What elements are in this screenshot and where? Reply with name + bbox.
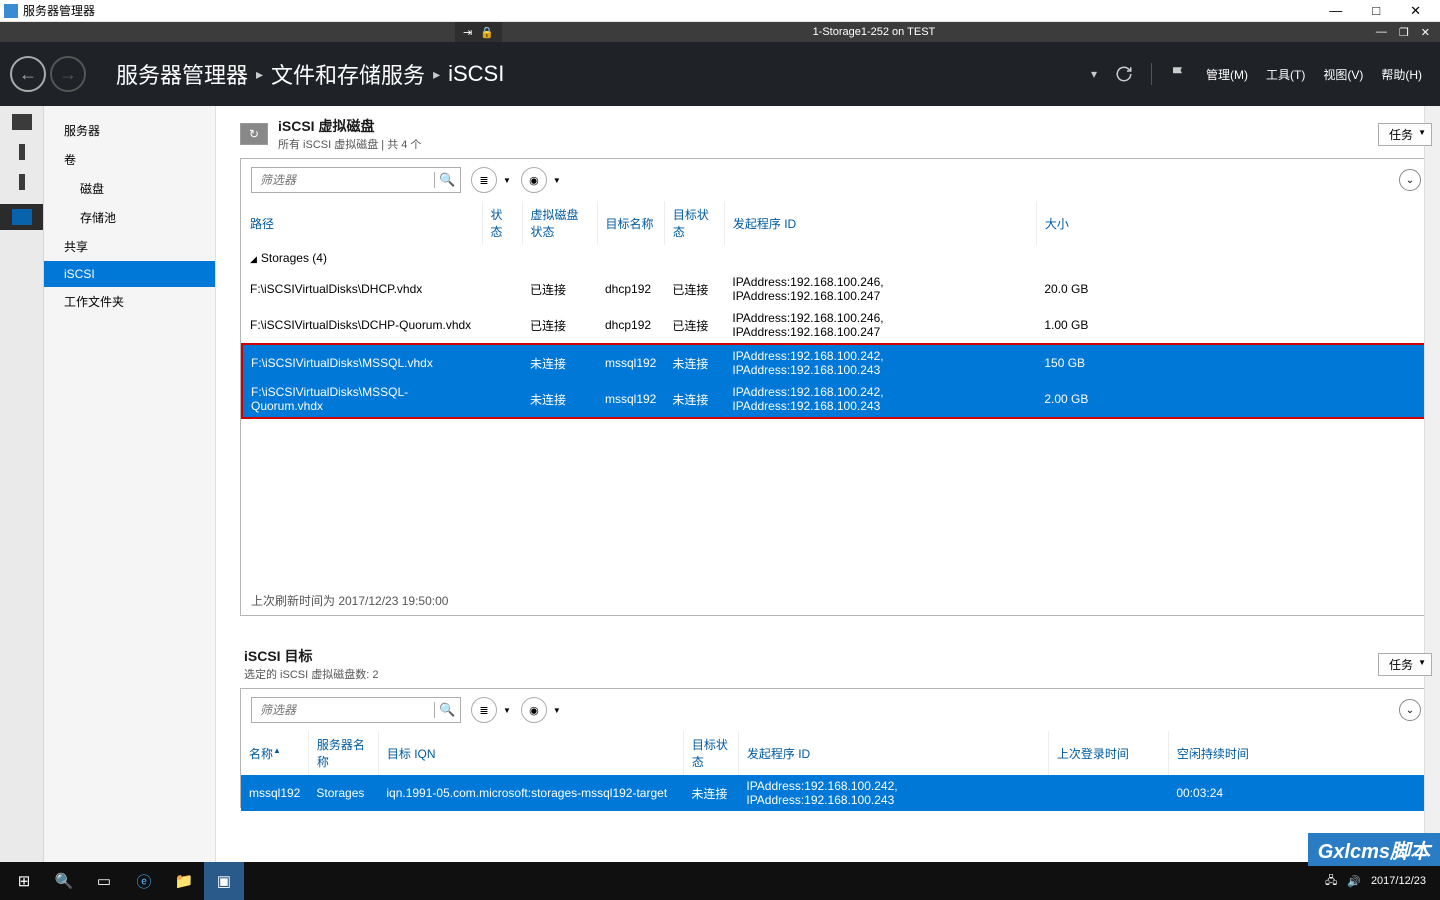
vertical-scrollbar[interactable]: [1424, 106, 1440, 862]
section-targets-title: iSCSI 目标: [244, 646, 1378, 666]
expand-section-icon[interactable]: ⌄: [1399, 169, 1421, 191]
explorer-icon[interactable]: 📁: [164, 862, 204, 900]
breadcrumb-mid[interactable]: 文件和存储服务: [271, 58, 425, 90]
taskbar: ⊞ 🔍 ▭ ⓔ 📁 ▣ 🖧 🔊 2017/12/23: [0, 862, 1440, 900]
outer-close-button[interactable]: ✕: [1410, 3, 1421, 19]
chevron-right-icon: ▸: [433, 66, 440, 83]
col-tstatus[interactable]: 目标状态: [683, 731, 738, 775]
content-area: ↻ iSCSI 虚拟磁盘 所有 iSCSI 虚拟磁盘 | 共 4 个 任务 🔍 …: [216, 106, 1440, 862]
tasks-dropdown-targets[interactable]: 任务: [1378, 653, 1432, 676]
tray-network-icon[interactable]: 🖧: [1325, 872, 1337, 891]
col-initiator[interactable]: 发起程序 ID: [738, 731, 1048, 775]
filter-targets[interactable]: 🔍: [251, 697, 461, 723]
ie-icon[interactable]: ⓔ: [124, 862, 164, 900]
tray-date[interactable]: 2017/12/23: [1371, 875, 1426, 887]
menu-help[interactable]: 帮助(H): [1381, 66, 1422, 83]
outer-minimize-button[interactable]: —: [1329, 3, 1342, 19]
app-icon: [4, 4, 18, 18]
rail-local-icon[interactable]: [19, 144, 25, 160]
col-server[interactable]: 服务器名称: [308, 731, 378, 775]
disks-status-line: 上次刷新时间为 2017/12/23 19:50:00: [241, 586, 1431, 615]
section-refresh-icon[interactable]: ↻: [240, 123, 268, 145]
table-row[interactable]: F:\iSCSIVirtualDisks\DCHP-Quorum.vhdx已连接…: [242, 307, 1430, 344]
watermark: Gxlcms脚本: [1308, 833, 1440, 866]
rail-storage-icon[interactable]: [12, 209, 32, 225]
table-row[interactable]: F:\iSCSIVirtualDisks\MSSQL-Quorum.vhdx未连…: [242, 381, 1430, 418]
col-path[interactable]: 路径: [242, 201, 482, 245]
disks-table: 路径 状态 虚拟磁盘状态 目标名称 目标状态 发起程序 ID 大小 ◢Stora…: [241, 201, 1431, 419]
table-row[interactable]: mssql192Storagesiqn.1991-05.com.microsof…: [241, 775, 1431, 811]
chevron-right-icon: ▸: [256, 66, 263, 83]
col-size[interactable]: 大小: [1036, 201, 1430, 245]
col-target-status[interactable]: 目标状态: [664, 201, 724, 245]
sidebar-item-workfolders[interactable]: 工作文件夹: [44, 287, 215, 316]
col-target-name[interactable]: 目标名称: [597, 201, 664, 245]
sidebar-item-shares[interactable]: 共享: [44, 232, 215, 261]
outer-titlebar: 服务器管理器 — □ ✕: [0, 0, 1440, 22]
start-button[interactable]: ⊞: [4, 862, 44, 900]
col-status[interactable]: 状态: [482, 201, 522, 245]
filter-input-targets[interactable]: [252, 703, 434, 717]
server-manager-taskbar-icon[interactable]: ▣: [204, 862, 244, 900]
search-icon[interactable]: 🔍: [434, 172, 460, 188]
targets-table: 名称▲ 服务器名称 目标 IQN 目标状态 发起程序 ID 上次登录时间 空闲持…: [241, 731, 1431, 811]
breadcrumb-leaf[interactable]: iSCSI: [448, 61, 504, 87]
search-icon[interactable]: 🔍: [434, 702, 460, 718]
inner-window-title: 1-Storage1-252 on TEST: [502, 26, 1366, 38]
expand-section-icon[interactable]: ⌄: [1399, 699, 1421, 721]
flag-icon[interactable]: [1170, 65, 1188, 83]
col-name[interactable]: 名称▲: [241, 731, 308, 775]
breadcrumb: 服务器管理器 ▸ 文件和存储服务 ▸ iSCSI: [96, 58, 504, 90]
sidebar-item-servers[interactable]: 服务器: [44, 116, 215, 145]
task-view-button[interactable]: ▭: [84, 862, 124, 900]
connection-bar[interactable]: ⇥ 🔒: [455, 22, 502, 42]
section-targets-subtitle: 选定的 iSCSI 虚拟磁盘数: 2: [244, 666, 1378, 682]
inner-minimize-button[interactable]: —: [1376, 26, 1387, 39]
sidebar-item-disks[interactable]: 磁盘: [44, 174, 215, 203]
search-button[interactable]: 🔍: [44, 862, 84, 900]
icon-rail: [0, 106, 44, 862]
col-last-login[interactable]: 上次登录时间: [1048, 731, 1168, 775]
view-options-button[interactable]: ≣: [471, 167, 497, 193]
filter-input-disks[interactable]: [252, 173, 434, 187]
section-disks-subtitle: 所有 iSCSI 虚拟磁盘 | 共 4 个: [278, 136, 1378, 152]
col-idle[interactable]: 空闲持续时间: [1168, 731, 1430, 775]
menu-tools[interactable]: 工具(T): [1266, 66, 1305, 83]
outer-maximize-button[interactable]: □: [1372, 3, 1380, 19]
lock-icon: 🔒: [480, 26, 494, 39]
group-header[interactable]: ◢Storages (4): [242, 245, 1430, 271]
targets-panel: 🔍 ≣▼ ◉▼ ⌄ 名称▲ 服务器名称 目标 IQN 目标状态 发起程序 ID …: [240, 688, 1432, 808]
menu-view[interactable]: 视图(V): [1323, 66, 1363, 83]
sidebar-item-iscsi[interactable]: iSCSI: [44, 261, 215, 287]
tasks-dropdown-disks[interactable]: 任务: [1378, 123, 1432, 146]
view-options-button[interactable]: ≣: [471, 697, 497, 723]
sidebar-item-pools[interactable]: 存储池: [44, 203, 215, 232]
section-disks-title: iSCSI 虚拟磁盘: [278, 116, 1378, 136]
save-view-button[interactable]: ◉: [521, 697, 547, 723]
rail-dashboard-icon[interactable]: [12, 114, 32, 130]
nav-back-button[interactable]: ←: [10, 56, 46, 92]
menu-manage[interactable]: 管理(M): [1206, 66, 1248, 83]
tray-volume-icon[interactable]: 🔊: [1347, 875, 1361, 888]
ribbon: ← → 服务器管理器 ▸ 文件和存储服务 ▸ iSCSI ▾ 管理(M) 工具(…: [0, 42, 1440, 106]
nav-forward-button[interactable]: →: [50, 56, 86, 92]
table-row[interactable]: F:\iSCSIVirtualDisks\MSSQL.vhdx未连接mssql1…: [242, 344, 1430, 381]
col-initiator[interactable]: 发起程序 ID: [724, 201, 1036, 245]
side-nav: 服务器 卷 磁盘 存储池 共享 iSCSI 工作文件夹: [44, 106, 216, 862]
filter-disks[interactable]: 🔍: [251, 167, 461, 193]
inner-close-button[interactable]: ✕: [1421, 26, 1430, 39]
sidebar-item-volumes[interactable]: 卷: [44, 145, 215, 174]
refresh-icon[interactable]: [1115, 65, 1133, 83]
breadcrumb-root[interactable]: 服务器管理器: [116, 58, 248, 90]
col-vdisk-status[interactable]: 虚拟磁盘状态: [522, 201, 597, 245]
inner-restore-button[interactable]: ❐: [1399, 26, 1409, 39]
save-view-button[interactable]: ◉: [521, 167, 547, 193]
col-iqn[interactable]: 目标 IQN: [378, 731, 683, 775]
inner-titlebar: ⇥ 🔒 1-Storage1-252 on TEST — ❐ ✕: [0, 22, 1440, 42]
table-row[interactable]: F:\iSCSIVirtualDisks\DHCP.vhdx已连接dhcp192…: [242, 271, 1430, 307]
disks-panel: 🔍 ≣▼ ◉▼ ⌄ 路径 状态 虚拟磁盘状态 目标名称 目标状态 发起程序 ID…: [240, 158, 1432, 616]
outer-window-title: 服务器管理器: [23, 2, 95, 19]
rail-all-icon[interactable]: [19, 174, 25, 190]
pin-icon[interactable]: ⇥: [463, 26, 472, 39]
